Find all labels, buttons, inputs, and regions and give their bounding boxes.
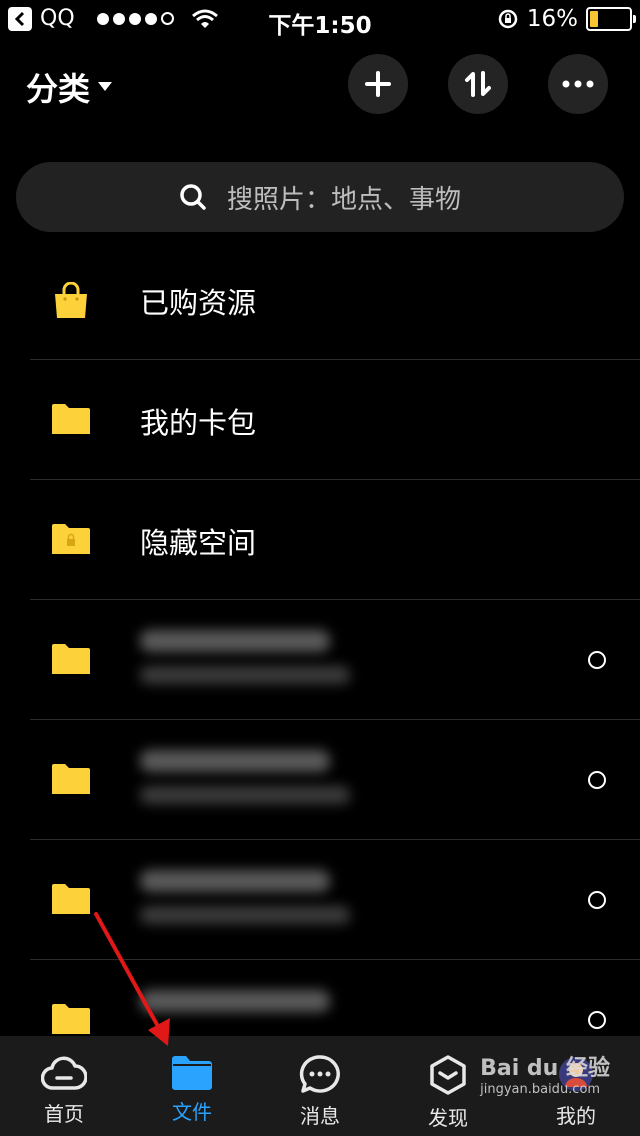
tab-label: 消息: [300, 1104, 340, 1128]
sort-button[interactable]: [448, 54, 508, 114]
list-item-label: 隐藏空间: [140, 526, 257, 560]
search-icon: [180, 184, 206, 210]
select-radio[interactable]: [588, 891, 606, 909]
shopping-bag-icon: [55, 282, 87, 318]
plus-icon: [365, 71, 391, 97]
folder-icon: [172, 1056, 212, 1090]
category-dropdown[interactable]: 分类: [26, 64, 113, 110]
list-item-folder[interactable]: [0, 600, 640, 720]
list-item-folder[interactable]: [0, 840, 640, 960]
blurred-folder-date: [140, 906, 350, 924]
tab-label: 首页: [44, 1102, 84, 1126]
blurred-folder-name: [140, 870, 330, 892]
cloud-icon: [41, 1056, 87, 1090]
folder-icon: [52, 644, 90, 674]
battery-icon: [586, 7, 636, 31]
tab-home[interactable]: 首页: [0, 1036, 128, 1136]
tab-label: 发现: [428, 1106, 468, 1130]
folder-icon: [52, 1004, 90, 1034]
tab-label: 我的: [556, 1104, 596, 1128]
watermark-brand: Bai du 经验: [480, 1056, 610, 1081]
list-item-label: 我的卡包: [140, 406, 257, 440]
header: 分类: [0, 52, 640, 116]
cube-icon: [430, 1055, 466, 1095]
folder-icon: [52, 764, 90, 794]
page-title: 分类: [26, 70, 91, 108]
baidu-watermark: Bai du 经验 jingyan.baidu.com: [480, 1050, 610, 1097]
folder-icon: [52, 884, 90, 914]
search-placeholder: 搜照片：地点、事物: [226, 184, 461, 215]
rotation-lock-icon: [498, 9, 518, 29]
chat-icon: [299, 1055, 340, 1093]
blurred-folder-name: [140, 630, 330, 652]
folder-icon: [52, 404, 90, 434]
add-button[interactable]: [348, 54, 408, 114]
list-item-folder[interactable]: [0, 720, 640, 840]
status-bar: QQ 下午1:50 16%: [0, 0, 640, 40]
more-icon: [562, 80, 594, 88]
select-radio[interactable]: [588, 651, 606, 669]
list-item-purchased[interactable]: 已购资源: [0, 240, 640, 360]
battery-percent: 16%: [526, 6, 578, 32]
blurred-folder-name: [140, 990, 330, 1012]
tab-messages[interactable]: 消息: [256, 1036, 384, 1136]
select-radio[interactable]: [588, 1011, 606, 1029]
caret-down-icon: [98, 82, 113, 91]
list-item-card-wallet[interactable]: 我的卡包: [0, 360, 640, 480]
select-radio[interactable]: [588, 771, 606, 789]
watermark-url: jingyan.baidu.com: [480, 1082, 601, 1097]
tab-label: 文件: [172, 1100, 212, 1124]
list-item-hidden-space[interactable]: 隐藏空间: [0, 480, 640, 600]
blurred-folder-name: [140, 750, 330, 772]
more-button[interactable]: [548, 54, 608, 114]
locked-folder-icon: [52, 524, 90, 554]
blurred-folder-date: [140, 666, 350, 684]
tab-files[interactable]: 文件: [128, 1036, 256, 1136]
search-bar[interactable]: 搜照片：地点、事物: [16, 162, 624, 232]
sort-icon: [465, 71, 491, 97]
blurred-folder-date: [140, 786, 350, 804]
file-list: 已购资源 我的卡包 隐藏空间: [0, 240, 640, 1080]
list-item-label: 已购资源: [140, 286, 257, 320]
